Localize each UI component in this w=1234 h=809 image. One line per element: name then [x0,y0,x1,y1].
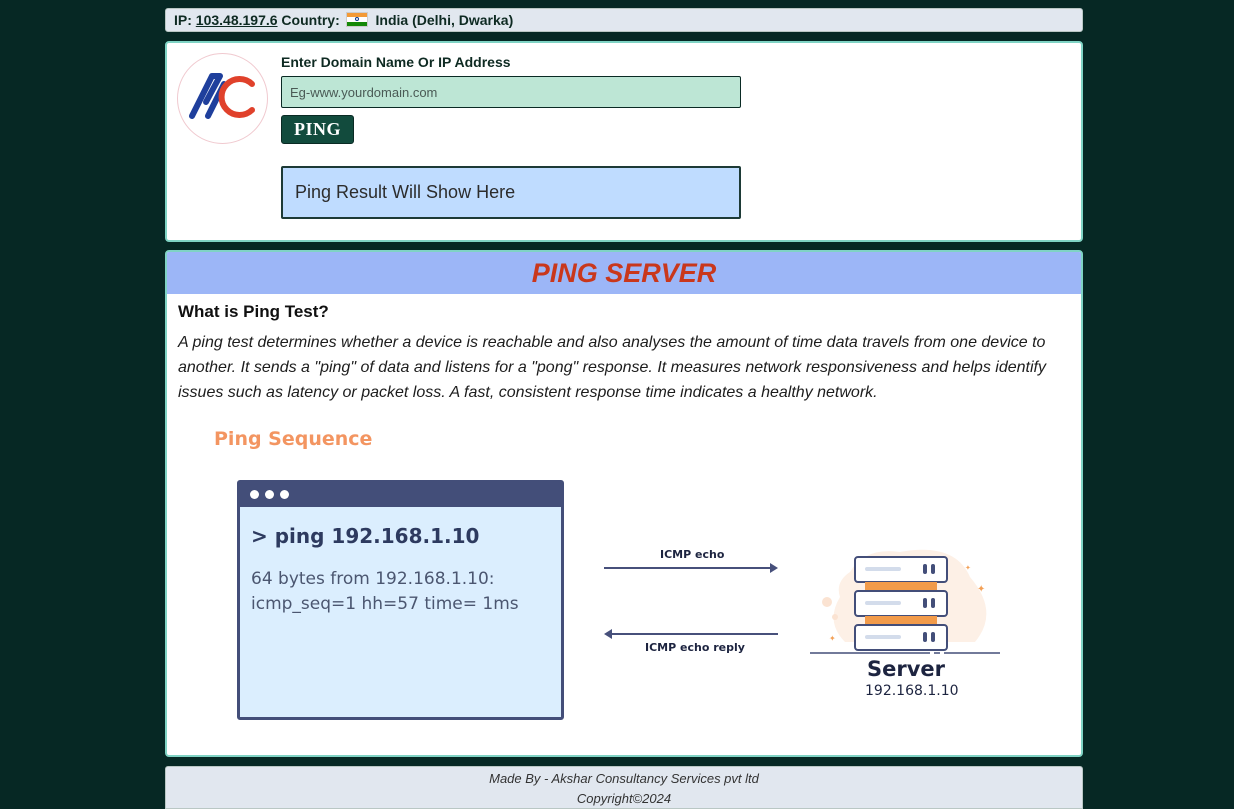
reply-arrow-line [612,633,778,635]
terminal-output-line: icmp_seq=1 hh=57 time= 1ms [251,594,519,614]
footer-made-by: Made By - Akshar Consultancy Services pv… [489,771,759,786]
ip-label: IP: [174,12,192,28]
country-label: Country: [281,12,340,28]
description-paragraph: A ping test determines whether a device … [178,334,1046,401]
ac-logo-icon [177,53,268,144]
illustration-title: Ping Sequence [214,428,373,450]
right-arrow-icon [770,563,778,573]
terminal-output-line: 64 bytes from 192.168.1.10: [251,569,495,589]
left-arrow-icon [604,629,612,639]
svg-text:✦: ✦ [829,634,836,643]
ping-result-box: Ping Result Will Show Here [281,166,741,219]
window-dot-icon [280,490,289,499]
footer: Made By - Akshar Consultancy Services pv… [165,766,1083,809]
india-flag-icon [345,12,368,27]
window-dot-icon [250,490,259,499]
ping-sequence-illustration: Ping Sequence > ping 192.168.1.10 64 byt… [167,417,1081,737]
server-ip: 192.168.1.10 [865,683,959,699]
icmp-echo-reply-label: ICMP echo reply [645,641,745,654]
server-label: Server [867,657,946,681]
terminal-output: 64 bytes from 192.168.1.10: icmp_seq=1 h… [251,567,519,617]
window-dot-icon [265,490,274,499]
ping-button[interactable]: PING [281,115,354,144]
echo-arrow-line [604,567,772,569]
ping-form-card: Enter Domain Name Or IP Address PING Pin… [165,41,1083,242]
ip-info-bar: IP: 103.48.197.6 Country: India (Delhi, … [165,8,1083,32]
domain-input[interactable] [281,76,741,108]
domain-field-label: Enter Domain Name Or IP Address [281,54,511,70]
svg-text:✦: ✦ [965,564,971,572]
country-value: India (Delhi, Dwarka) [375,12,514,28]
server-rack-icon: ✦ ✦ ✦ [810,549,1000,654]
footer-copyright: Copyright©2024 [576,791,672,806]
icmp-echo-label: ICMP echo [660,548,725,561]
section-heading: What is Ping Test? [178,302,329,321]
ip-address[interactable]: 103.48.197.6 [196,12,278,28]
terminal-command: > ping 192.168.1.10 [251,524,480,548]
terminal-window-icon: > ping 192.168.1.10 64 bytes from 192.16… [237,480,564,720]
svg-text:✦: ✦ [977,584,985,595]
ping-info-card: PING SERVER What is Ping Test? A ping te… [165,250,1083,757]
page-title: PING SERVER [167,252,1081,294]
terminal-title-bar [240,483,561,507]
